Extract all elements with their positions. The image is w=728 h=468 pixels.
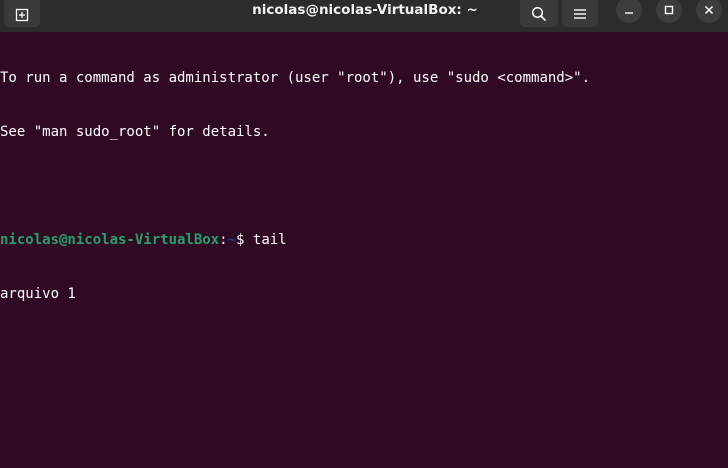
maximize-icon (664, 5, 674, 15)
prompt-symbol: $ (236, 232, 253, 248)
close-icon (704, 5, 714, 15)
new-tab-button[interactable] (4, 0, 40, 27)
intro-line-2: See "man sudo_root" for details. (0, 124, 270, 140)
header-bar: nicolas@nicolas-VirtualBox: ~ (0, 0, 728, 32)
prompt-user-host: nicolas@nicolas-VirtualBox (0, 232, 220, 248)
minimize-icon (624, 5, 634, 15)
minimize-button[interactable] (616, 0, 642, 23)
main-menu-button[interactable] (562, 0, 598, 27)
close-button[interactable] (696, 0, 722, 23)
terminal-window: nicolas@nicolas-VirtualBox: ~ To run a c… (0, 0, 728, 468)
command-text: tail (252, 232, 287, 248)
output-line: arquivo 1 (0, 286, 76, 302)
window-title: nicolas@nicolas-VirtualBox: ~ (252, 2, 478, 18)
intro-line-1: To run a command as administrator (user … (0, 70, 591, 86)
hamburger-menu-icon (573, 7, 587, 21)
search-button[interactable] (520, 0, 558, 27)
prompt-line: nicolas@nicolas-VirtualBox:~$ tail (0, 231, 728, 249)
maximize-button[interactable] (656, 0, 682, 23)
prompt-path: ~ (227, 232, 237, 248)
search-icon (531, 6, 547, 22)
terminal-output[interactable]: To run a command as administrator (user … (0, 33, 728, 468)
new-tab-icon (14, 6, 30, 22)
prompt-separator: : (219, 232, 228, 248)
